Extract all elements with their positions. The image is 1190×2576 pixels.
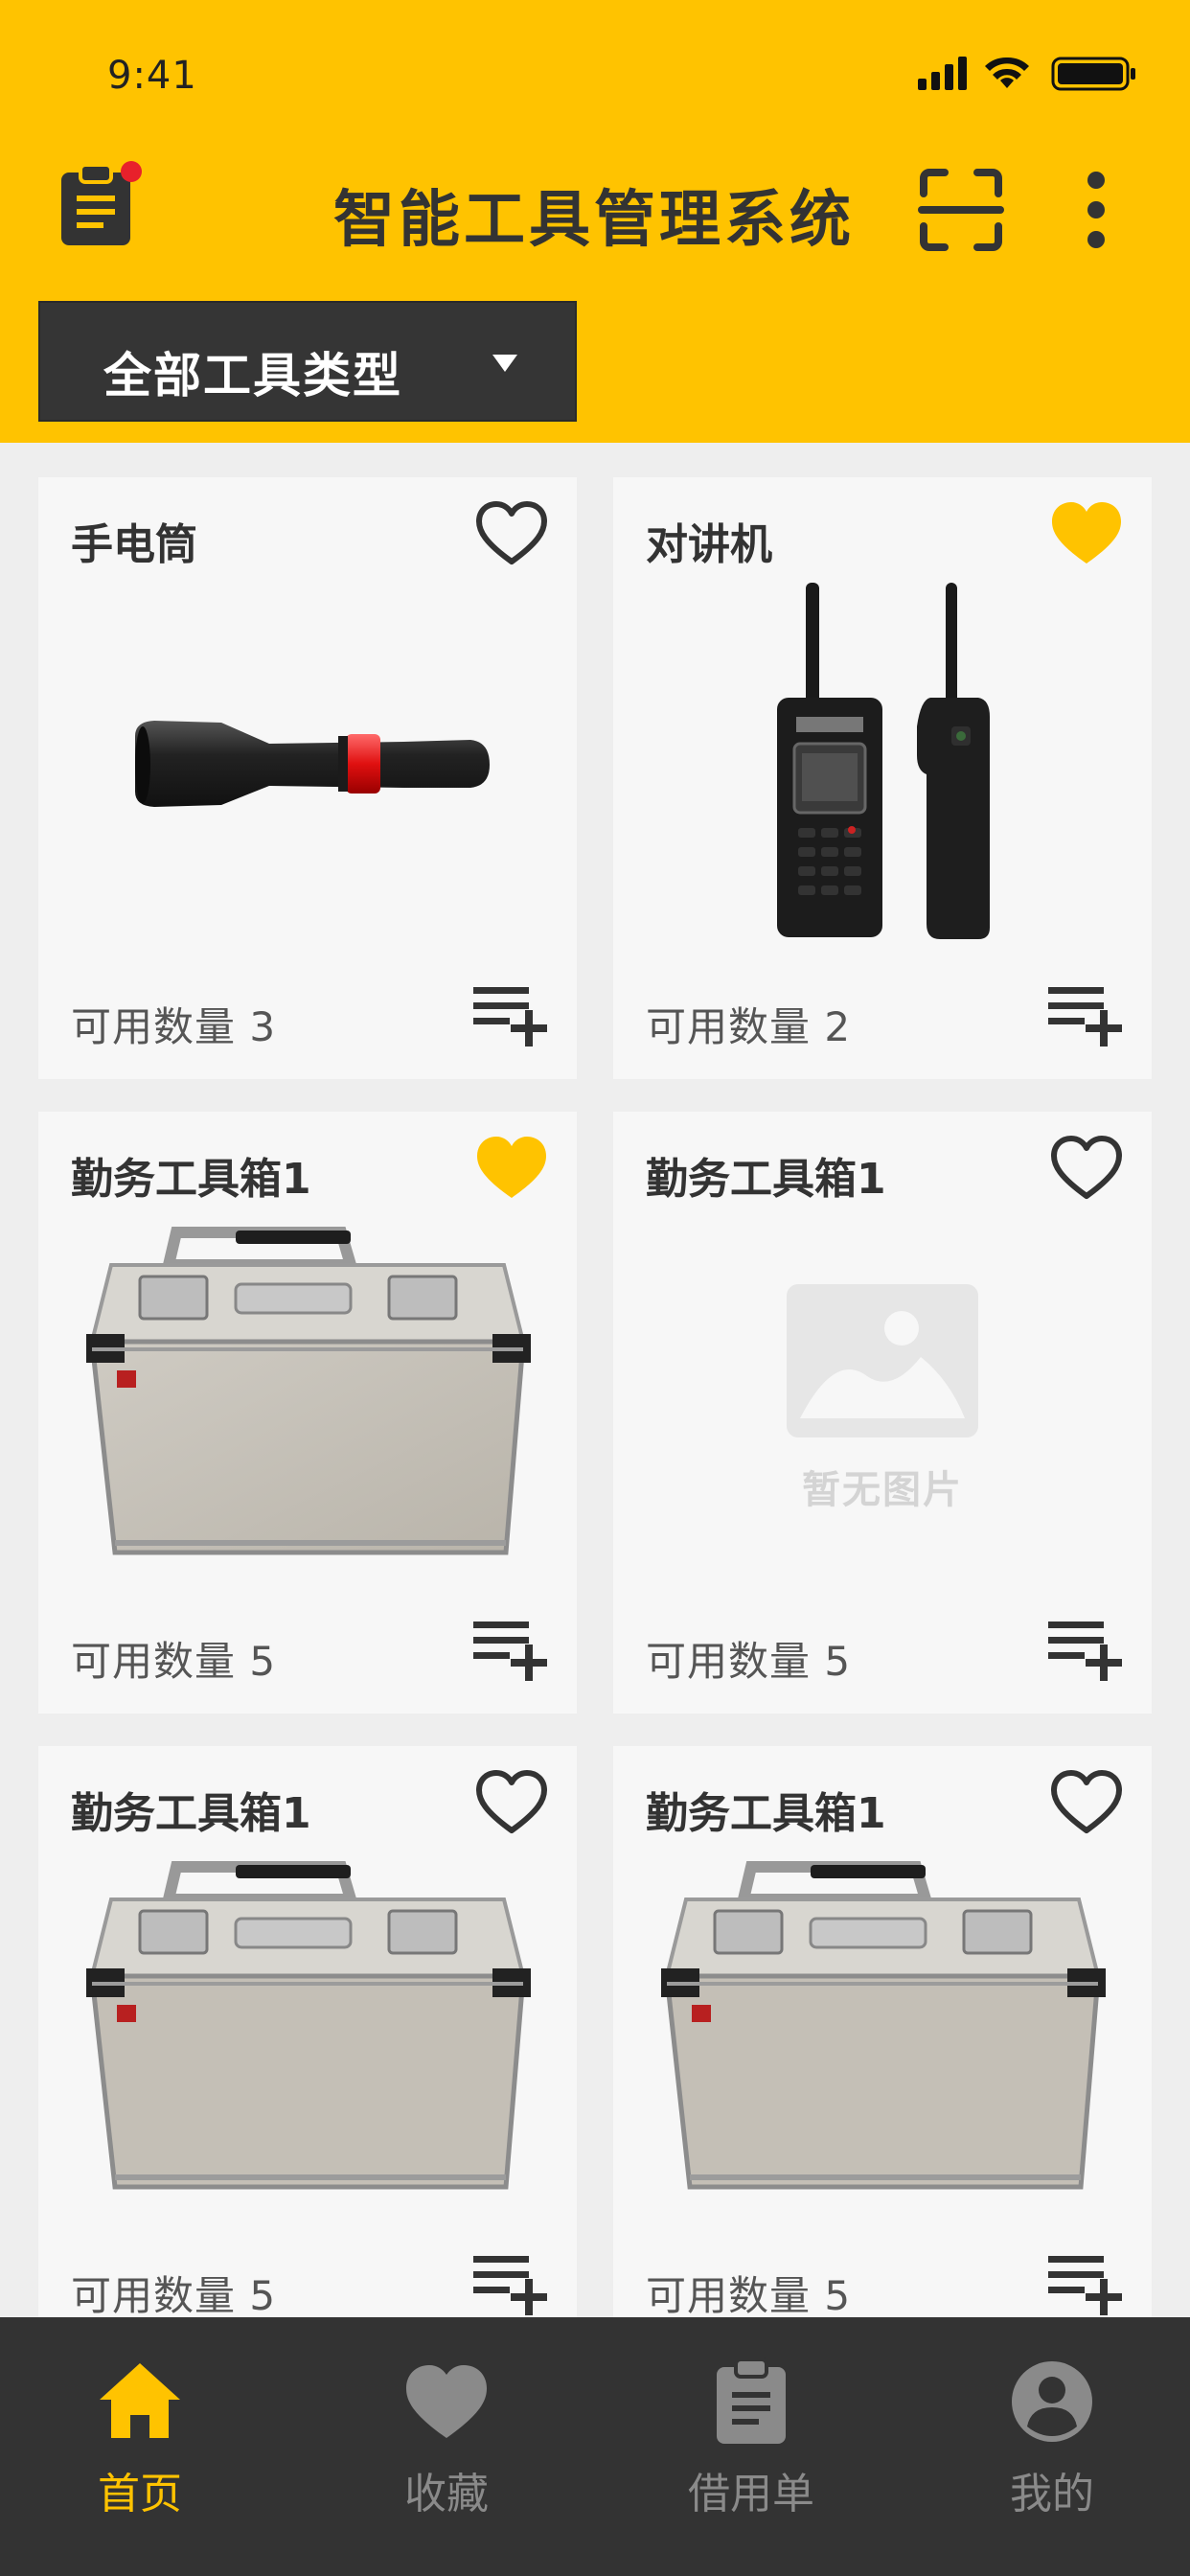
tool-image	[642, 583, 1123, 947]
tool-card[interactable]: 勤务工具箱1 可用数量 5	[38, 1112, 577, 1714]
add-to-borrow-list-button[interactable]	[1046, 981, 1133, 1048]
tool-card[interactable]: 勤务工具箱1 暂无图片 可用数量 5	[613, 1112, 1152, 1714]
bottom-tab-bar: 首页 收藏 借用单 我的	[0, 2317, 1190, 2576]
tool-name: 勤务工具箱1	[646, 1155, 886, 1204]
tool-quantity: 可用数量 3	[71, 1003, 277, 1050]
tool-name: 勤务工具箱1	[646, 1789, 886, 1838]
tool-quantity: 可用数量 5	[646, 2272, 852, 2319]
tool-type-filter[interactable]: 全部工具类型	[38, 301, 577, 422]
playlist-add-icon	[473, 2256, 547, 2315]
user-icon	[1012, 2361, 1092, 2442]
favorite-button[interactable]	[475, 1135, 548, 1202]
tool-image-placeholder: 暂无图片	[642, 1217, 1123, 1581]
wifi-icon	[985, 57, 1029, 88]
tool-quantity: 可用数量 5	[646, 1638, 852, 1685]
walkie-talkie-image	[777, 583, 990, 939]
tab-profile[interactable]: 我的	[956, 2358, 1148, 2530]
tool-image	[67, 1852, 548, 2216]
favorite-button[interactable]	[475, 1769, 548, 1836]
heart-outline-icon	[476, 1770, 547, 1833]
tool-card[interactable]: 勤务工具箱1 可用数量 5	[613, 1746, 1152, 2348]
app-header: 9:41 智能工具管理系统 全部工具类型	[0, 0, 1190, 443]
playlist-add-icon	[1048, 1622, 1122, 1681]
toolbox-image	[661, 1861, 1106, 2190]
favorite-button[interactable]	[1050, 1135, 1123, 1202]
notification-dot	[121, 161, 142, 182]
playlist-add-icon	[473, 1622, 547, 1681]
battery-icon	[1051, 57, 1135, 91]
playlist-add-icon	[1048, 2256, 1122, 2315]
heart-outline-icon	[476, 501, 547, 564]
more-vertical-icon	[1087, 172, 1105, 248]
filter-selected-value: 全部工具类型	[103, 348, 402, 403]
tab-label: 我的	[1010, 2470, 1094, 2518]
scan-icon	[918, 169, 1004, 251]
tool-name: 勤务工具箱1	[71, 1155, 311, 1204]
toolbox-image	[86, 1227, 531, 1555]
heart-outline-icon	[1051, 1136, 1122, 1199]
dropdown-arrow-icon	[492, 355, 517, 372]
heart-outline-icon	[1051, 1770, 1122, 1833]
signal-icon	[918, 57, 967, 90]
favorite-button[interactable]	[1050, 1769, 1123, 1836]
add-to-borrow-list-button[interactable]	[471, 1616, 558, 1683]
page-title: 智能工具管理系统	[333, 185, 855, 256]
add-to-borrow-list-button[interactable]	[471, 981, 558, 1048]
tool-quantity: 可用数量 5	[71, 1638, 277, 1685]
tool-card[interactable]: 勤务工具箱1 可用数量 5	[38, 1746, 577, 2348]
tab-label: 借用单	[688, 2470, 814, 2518]
favorite-button[interactable]	[475, 500, 548, 567]
flashlight-image	[135, 721, 490, 807]
tool-name: 手电筒	[71, 520, 197, 569]
tab-borrow-list[interactable]: 借用单	[655, 2358, 847, 2530]
tab-label: 收藏	[404, 2470, 489, 2518]
heart-icon	[406, 2365, 487, 2438]
tool-quantity: 可用数量 2	[646, 1003, 852, 1050]
more-menu-button[interactable]	[1071, 167, 1121, 253]
borrow-list-button[interactable]	[57, 161, 144, 247]
scan-button[interactable]	[918, 167, 1004, 253]
clipboard-icon	[717, 2358, 786, 2444]
status-icons	[918, 54, 1140, 92]
heart-filled-icon	[477, 1137, 546, 1198]
tool-name: 勤务工具箱1	[71, 1789, 311, 1838]
no-image-placeholder: 暂无图片	[787, 1284, 978, 1514]
tool-grid: 手电筒 可用数量 3 对讲机 可用数量 2 勤务工具箱1 可用数量 5 勤务工具…	[38, 477, 1152, 2348]
tool-image	[67, 1217, 548, 1581]
playlist-add-icon	[1048, 987, 1122, 1046]
toolbox-image	[86, 1861, 531, 2190]
favorite-button[interactable]	[1050, 500, 1123, 567]
tab-label: 首页	[98, 2470, 182, 2518]
tool-image	[67, 583, 548, 947]
tool-name: 对讲机	[646, 520, 772, 569]
tool-card[interactable]: 手电筒 可用数量 3	[38, 477, 577, 1079]
tab-home[interactable]: 首页	[44, 2358, 236, 2530]
add-to-borrow-list-button[interactable]	[1046, 2250, 1133, 2317]
no-image-text: 暂无图片	[802, 1468, 963, 1512]
playlist-add-icon	[473, 987, 547, 1046]
heart-filled-icon	[1052, 502, 1121, 564]
tool-card[interactable]: 对讲机 可用数量 2	[613, 477, 1152, 1079]
tab-favorites[interactable]: 收藏	[351, 2358, 542, 2530]
image-placeholder-icon	[787, 1284, 978, 1438]
tool-quantity: 可用数量 5	[71, 2272, 277, 2319]
add-to-borrow-list-button[interactable]	[1046, 1616, 1133, 1683]
status-time: 9:41	[107, 54, 197, 98]
add-to-borrow-list-button[interactable]	[471, 2250, 558, 2317]
tool-image	[642, 1852, 1123, 2216]
home-icon	[100, 2363, 180, 2438]
